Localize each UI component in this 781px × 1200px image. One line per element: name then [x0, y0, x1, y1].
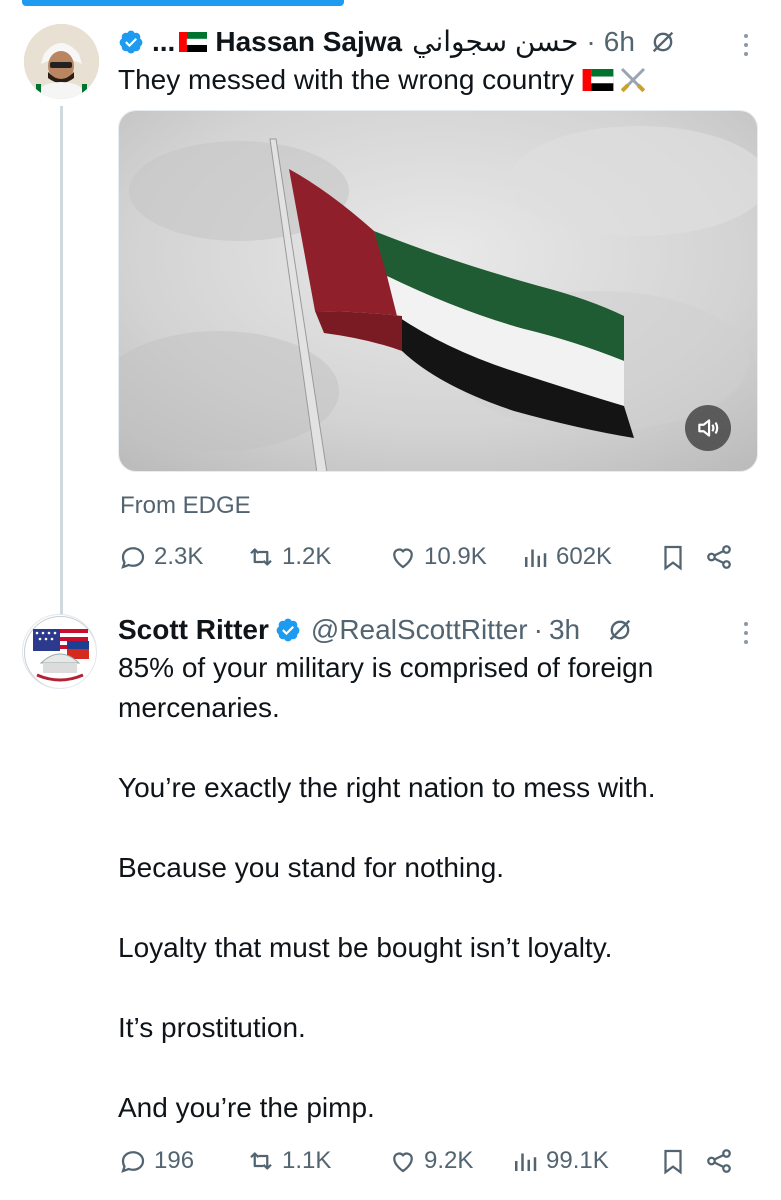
thread-connector-line	[60, 106, 63, 614]
tweet-text-1: They messed with the wrong country	[118, 60, 650, 100]
display-name[interactable]: Scott Ritter	[118, 612, 269, 648]
share-button[interactable]	[704, 1146, 740, 1176]
crossed-swords-icon	[620, 67, 646, 93]
avatar-logo-icon	[24, 616, 96, 688]
repost-button[interactable]: 1.2K	[246, 542, 388, 572]
view-count: 602K	[556, 543, 613, 570]
avatar-photo-icon	[24, 24, 99, 99]
handle[interactable]: @RealScottRitter	[311, 612, 528, 648]
views-button[interactable]: 99.1K	[510, 1146, 658, 1176]
tweet-time[interactable]: 3h	[549, 612, 580, 648]
tweet-video[interactable]	[118, 110, 758, 472]
tweet-paragraph: 85% of your military is comprised of for…	[118, 652, 654, 683]
tweet-text-2: 85% of your military is comprised of for…	[118, 648, 758, 1128]
share-icon	[707, 545, 731, 569]
tweet-paragraph: Because you stand for nothing.	[118, 852, 505, 883]
grok-slash-icon[interactable]	[606, 616, 634, 644]
more-options-icon[interactable]	[741, 622, 751, 644]
like-count: 9.2K	[424, 1147, 474, 1174]
display-name[interactable]: Hassan Sajwa	[215, 24, 402, 60]
tweet-actions-2: 196 1.1K 9.2K 99.1K	[118, 1146, 740, 1176]
separator-dot: ·	[533, 614, 543, 645]
like-count: 10.9K	[424, 543, 487, 570]
repost-button[interactable]: 1.1K	[246, 1146, 388, 1176]
volume-button[interactable]	[685, 405, 731, 451]
volume-icon	[698, 419, 719, 437]
tweet-paragraph: You’re exactly the right nation to mess …	[118, 772, 656, 803]
reply-icon	[121, 1151, 145, 1173]
reply-icon	[121, 547, 145, 569]
tweet-paragraph: It’s prostitution.	[118, 1012, 306, 1043]
avatar-scott-ritter[interactable]	[22, 614, 97, 689]
avatar-hassan-sajwa[interactable]	[24, 24, 99, 99]
arabic-name[interactable]: حسن سجواني	[412, 24, 578, 60]
views-chart-icon	[525, 549, 547, 567]
heart-icon	[393, 1152, 413, 1173]
video-source-label[interactable]: From EDGE	[120, 492, 251, 520]
reply-button[interactable]: 196	[118, 1146, 246, 1176]
repost-icon	[250, 1152, 272, 1170]
display-name-prefix[interactable]: ...	[152, 24, 175, 60]
tweet-paragraph: mercenaries.	[118, 692, 280, 723]
like-button[interactable]: 10.9K	[388, 542, 520, 572]
separator-dot: ·	[586, 26, 596, 57]
bookmark-icon	[664, 1149, 682, 1175]
bookmark-button[interactable]	[658, 542, 704, 572]
share-button[interactable]	[704, 542, 740, 572]
view-count: 99.1K	[546, 1147, 609, 1174]
tweet-actions-1: 2.3K 1.2K 10.9K 602K	[118, 542, 740, 572]
top-highlight-bar	[22, 0, 344, 6]
share-icon	[707, 1149, 731, 1173]
repost-icon	[250, 548, 272, 566]
uae-flag-icon	[179, 32, 208, 52]
tweet-header-1: ... Hassan Sajwa حسن سجواني · 6h	[118, 24, 677, 60]
tweet-time[interactable]: 6h	[604, 24, 635, 60]
grok-slash-icon[interactable]	[649, 28, 677, 56]
tweet-header-2: Scott Ritter @RealScottRitter · 3h	[118, 612, 634, 648]
reply-count: 196	[154, 1147, 195, 1174]
more-options-icon[interactable]	[741, 34, 751, 56]
tweet-body: They messed with the wrong country	[118, 64, 574, 95]
bookmark-icon	[664, 545, 682, 571]
verified-badge-icon	[276, 618, 300, 642]
reply-count: 2.3K	[154, 543, 204, 570]
views-chart-icon	[515, 1153, 537, 1171]
reply-button[interactable]: 2.3K	[118, 542, 246, 572]
tweet-paragraph: And you’re the pimp.	[118, 1092, 375, 1123]
repost-count: 1.2K	[282, 543, 332, 570]
verified-badge-icon	[119, 30, 143, 54]
views-button[interactable]: 602K	[520, 542, 658, 572]
like-button[interactable]: 9.2K	[388, 1146, 510, 1176]
flag-video-frame	[119, 111, 757, 471]
repost-count: 1.1K	[282, 1147, 332, 1174]
tweet-paragraph: Loyalty that must be bought isn’t loyalt…	[118, 932, 613, 963]
bookmark-button[interactable]	[658, 1146, 704, 1176]
uae-flag-emoji-icon	[582, 69, 614, 91]
heart-icon	[393, 548, 413, 569]
